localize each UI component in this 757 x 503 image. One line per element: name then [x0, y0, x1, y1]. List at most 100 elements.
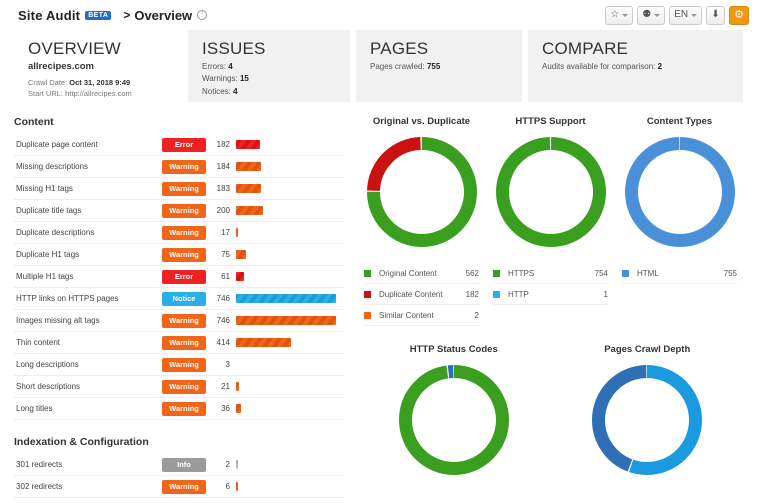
- main-body: Content Duplicate page contentError182Mi…: [0, 102, 757, 498]
- issue-row[interactable]: Images missing alt tagsWarning746: [14, 310, 344, 332]
- issue-row[interactable]: HTTP links on HTTPS pagesNotice746: [14, 288, 344, 310]
- issue-name[interactable]: Duplicate descriptions: [14, 228, 162, 237]
- issue-name[interactable]: Thin content: [14, 338, 162, 347]
- legend-row[interactable]: HTML755: [622, 263, 737, 284]
- legend-swatch: [493, 291, 500, 298]
- issues-warnings-value: 15: [240, 74, 249, 83]
- chart-title: Content Types: [647, 116, 712, 127]
- pages-crawled: Pages crawled: 755: [370, 61, 510, 73]
- severity-badge[interactable]: Notice: [162, 292, 206, 306]
- issue-row[interactable]: Long titlesWarning36: [14, 398, 344, 420]
- issue-name[interactable]: HTTP links on HTTPS pages: [14, 294, 162, 303]
- issue-row[interactable]: Long descriptionsWarning3: [14, 354, 344, 376]
- issue-row[interactable]: Missing descriptionsWarning184: [14, 156, 344, 178]
- card-pages[interactable]: PAGES Pages crawled: 755: [356, 30, 522, 102]
- legend-swatch: [493, 270, 500, 277]
- issue-name[interactable]: Duplicate page content: [14, 140, 162, 149]
- legend-swatch: [364, 291, 371, 298]
- issue-name[interactable]: Duplicate H1 tags: [14, 250, 162, 259]
- severity-badge[interactable]: Info: [162, 458, 206, 472]
- chart-legend: Original Content562Duplicate Content182S…: [358, 263, 485, 326]
- info-icon[interactable]: [197, 10, 207, 20]
- legend-row[interactable]: Duplicate Content182: [364, 284, 479, 305]
- severity-badge[interactable]: Warning: [162, 336, 206, 350]
- severity-badge[interactable]: Warning: [162, 182, 206, 196]
- issue-row[interactable]: 302 redirectsWarning6: [14, 476, 344, 498]
- issue-count: 75: [206, 250, 236, 259]
- favorite-button[interactable]: ☆: [605, 6, 633, 25]
- severity-badge[interactable]: Warning: [162, 380, 206, 394]
- issue-row[interactable]: Duplicate descriptionsWarning17: [14, 222, 344, 244]
- severity-badge[interactable]: Warning: [162, 204, 206, 218]
- start-url-value[interactable]: http://allrecipes.com: [65, 89, 132, 98]
- issue-name[interactable]: 301 redirects: [14, 460, 162, 469]
- breadcrumb-overview: Overview: [134, 8, 192, 23]
- pages-crawled-label: Pages crawled:: [370, 62, 425, 71]
- content-issue-list: Duplicate page contentError182Missing de…: [14, 134, 344, 420]
- legend-row[interactable]: Similar Content2: [364, 305, 479, 326]
- download-icon: ⬇: [711, 10, 719, 20]
- breadcrumb-site-audit[interactable]: Site Audit: [18, 8, 80, 23]
- legend-row[interactable]: HTTP1: [493, 284, 608, 305]
- top-bar: Site Audit BETA > Overview ☆ ⚉ EN ⬇ ⚙: [0, 0, 757, 30]
- charts-column: Original vs. DuplicateOriginal Content56…: [358, 116, 743, 498]
- severity-badge[interactable]: Warning: [162, 314, 206, 328]
- issue-name[interactable]: Missing H1 tags: [14, 184, 162, 193]
- severity-badge[interactable]: Warning: [162, 480, 206, 494]
- issue-name[interactable]: Multiple H1 tags: [14, 272, 162, 281]
- severity-badge[interactable]: Error: [162, 270, 206, 284]
- compare-audits-value: 2: [658, 62, 662, 71]
- issue-bar: [236, 228, 238, 237]
- issue-name[interactable]: Short descriptions: [14, 382, 162, 391]
- legend-label: Original Content: [379, 269, 466, 278]
- issue-bar: [236, 338, 291, 347]
- legend-row[interactable]: Original Content562: [364, 263, 479, 284]
- chart-title: Pages Crawl Depth: [604, 344, 690, 355]
- issue-count: 3: [206, 360, 236, 369]
- language-button[interactable]: EN: [669, 6, 702, 25]
- issue-row[interactable]: Duplicate title tagsWarning200: [14, 200, 344, 222]
- issue-row[interactable]: Multiple H1 tagsError61: [14, 266, 344, 288]
- issues-warnings: Warnings: 15: [202, 73, 338, 85]
- issue-bar: [236, 316, 336, 325]
- card-issues[interactable]: ISSUES Errors: 4 Warnings: 15 Notices: 4: [188, 30, 350, 102]
- box-icon: ⚉: [642, 10, 651, 20]
- export-button[interactable]: ⬇: [706, 6, 725, 25]
- legend-value: 754: [595, 269, 608, 278]
- issue-count: 2: [206, 460, 236, 469]
- severity-badge[interactable]: Error: [162, 138, 206, 152]
- issues-column: Content Duplicate page contentError182Mi…: [14, 116, 344, 498]
- settings-button[interactable]: ⚙: [729, 6, 749, 25]
- issue-count: 746: [206, 294, 236, 303]
- issue-row[interactable]: Duplicate page contentError182: [14, 134, 344, 156]
- issue-row[interactable]: Thin contentWarning414: [14, 332, 344, 354]
- content-section-title: Content: [14, 116, 344, 128]
- language-label: EN: [674, 10, 688, 20]
- projects-button[interactable]: ⚉: [637, 6, 665, 25]
- beta-badge: BETA: [85, 11, 111, 20]
- severity-badge[interactable]: Warning: [162, 402, 206, 416]
- severity-badge[interactable]: Warning: [162, 160, 206, 174]
- compare-audits-label: Audits available for comparison:: [542, 62, 655, 71]
- issue-row[interactable]: 301 redirectsInfo2: [14, 454, 344, 476]
- issue-name[interactable]: Missing descriptions: [14, 162, 162, 171]
- issue-name[interactable]: Long titles: [14, 404, 162, 413]
- legend-row[interactable]: HTTPS754: [493, 263, 608, 284]
- issue-name[interactable]: Duplicate title tags: [14, 206, 162, 215]
- chart-cell: Pages Crawl Depth: [552, 344, 744, 475]
- severity-badge[interactable]: Warning: [162, 226, 206, 240]
- issue-row[interactable]: Missing H1 tagsWarning183: [14, 178, 344, 200]
- issue-name[interactable]: Images missing alt tags: [14, 316, 162, 325]
- issue-name[interactable]: Long descriptions: [14, 360, 162, 369]
- chart-cell: HTTPS SupportHTTPS754HTTP1: [487, 116, 614, 326]
- card-compare[interactable]: COMPARE Audits available for comparison:…: [528, 30, 743, 102]
- issue-row[interactable]: Duplicate H1 tagsWarning75: [14, 244, 344, 266]
- top-chart-row: Original vs. DuplicateOriginal Content56…: [358, 116, 743, 326]
- legend-value: 755: [724, 269, 737, 278]
- chart-legend: HTML755: [616, 263, 743, 284]
- issue-name[interactable]: 302 redirects: [14, 482, 162, 491]
- issue-row[interactable]: Short descriptionsWarning21: [14, 376, 344, 398]
- bottom-chart-row: HTTP Status CodesPages Crawl Depth: [358, 344, 743, 475]
- severity-badge[interactable]: Warning: [162, 358, 206, 372]
- severity-badge[interactable]: Warning: [162, 248, 206, 262]
